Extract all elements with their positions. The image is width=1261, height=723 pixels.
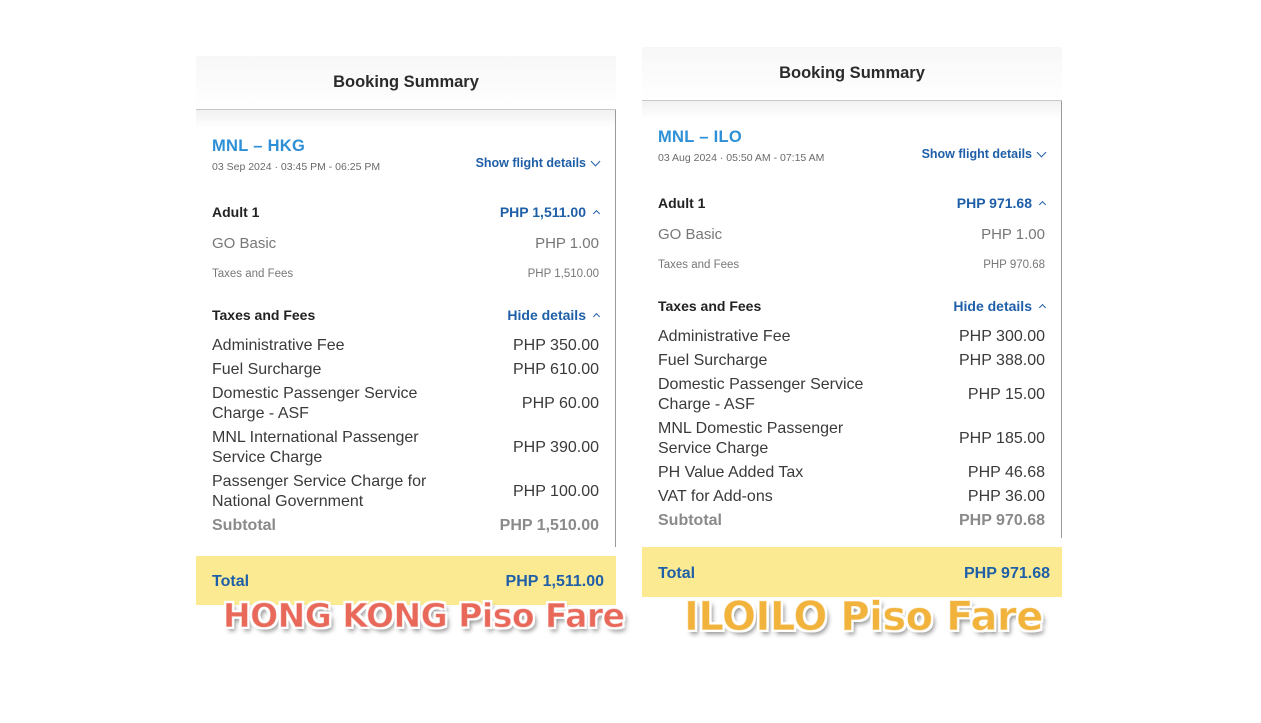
subtotal-row: Subtotal PHP 1,510.00: [212, 516, 599, 536]
chevron-up-icon: [1038, 200, 1047, 209]
fee-row: Domestic Passenger Service Charge - ASF …: [212, 384, 599, 424]
fee-row: MNL International Passenger Service Char…: [212, 428, 599, 468]
flight-date: 03 Sep 2024 · 03:45 PM - 06:25 PM: [212, 161, 381, 173]
taxes-summary-row: Taxes and Fees PHP 970.68: [658, 255, 1045, 275]
subtotal-label: Subtotal: [212, 517, 276, 534]
fee-list: Administrative Fee PHP 350.00 Fuel Surch…: [212, 336, 599, 536]
flight-info: 03 Sep 2024 · 03:45 PM - 06:25 PM Show f…: [212, 156, 601, 176]
taxes-label: Taxes and Fees: [658, 259, 740, 271]
subtotal-amount: PHP 1,510.00: [499, 517, 599, 534]
hide-details-link[interactable]: Hide details: [507, 307, 601, 323]
fee-label: Administrative Fee: [658, 328, 791, 345]
fee-label: Domestic Passenger Service Charge - ASF: [212, 385, 418, 422]
fare-label: GO Basic: [658, 225, 723, 243]
panel-title: Booking Summary: [196, 56, 616, 110]
fare-row: GO Basic PHP 1.00: [212, 233, 599, 253]
fee-amount: PHP 610.00: [513, 361, 599, 378]
fee-label: VAT for Add-ons: [658, 488, 773, 505]
fee-amount: PHP 350.00: [513, 337, 599, 354]
fee-amount: PHP 46.68: [967, 464, 1045, 481]
show-flight-details-label: Show flight details: [921, 147, 1032, 161]
adult-amount-toggle[interactable]: PHP 971.68: [956, 195, 1047, 211]
total-amount: PHP 971.68: [964, 565, 1050, 582]
flight-date: 03 Aug 2024 · 05:50 AM - 07:15 AM: [658, 152, 825, 164]
total-bar: Total PHP 971.68: [642, 547, 1062, 597]
fee-label: Fuel Surcharge: [658, 352, 768, 369]
taxes-summary-row: Taxes and Fees PHP 1,510.00: [212, 264, 599, 284]
fee-label: Domestic Passenger Service Charge - ASF: [658, 376, 864, 413]
chevron-down-icon: [590, 156, 601, 166]
fee-amount: PHP 100.00: [513, 483, 599, 500]
hide-details-label: Hide details: [507, 307, 586, 323]
fare-amount: PHP 1.00: [535, 234, 599, 252]
adult-amount: PHP 1,511.00: [499, 204, 586, 220]
taxes-label: Taxes and Fees: [212, 268, 294, 280]
fee-row: MNL Domestic Passenger Service Charge PH…: [658, 419, 1045, 459]
fee-amount: PHP 300.00: [959, 328, 1045, 345]
fee-label: Passenger Service Charge for National Go…: [212, 473, 427, 510]
subtotal-amount: PHP 970.68: [959, 512, 1045, 529]
booking-summary-panel-ilo: Booking Summary MNL – ILO 03 Aug 2024 · …: [642, 47, 1062, 597]
fee-amount: PHP 388.00: [959, 352, 1045, 369]
summary-body: MNL – HKG 03 Sep 2024 · 03:45 PM - 06:25…: [196, 110, 616, 547]
taxes-heading: Taxes and Fees: [212, 307, 316, 323]
taxes-header-row: Taxes and Fees Hide details: [212, 305, 601, 325]
fare-label: GO Basic: [212, 234, 277, 252]
adult-row[interactable]: Adult 1 PHP 1,511.00: [212, 202, 601, 222]
caption-iloilo: ILOILO Piso Fare: [684, 594, 1044, 641]
fee-label: MNL International Passenger Service Char…: [212, 429, 419, 466]
fare-row: GO Basic PHP 1.00: [658, 224, 1045, 244]
fee-label: Fuel Surcharge: [212, 361, 322, 378]
fee-amount: PHP 60.00: [521, 395, 599, 412]
fee-label: MNL Domestic Passenger Service Charge: [658, 420, 844, 457]
flight-info: 03 Aug 2024 · 05:50 AM - 07:15 AM Show f…: [658, 147, 1047, 167]
total-amount: PHP 1,511.00: [505, 573, 604, 590]
hide-details-label: Hide details: [953, 298, 1032, 314]
total-label: Total: [658, 565, 696, 582]
route-label: MNL – ILO: [658, 128, 742, 146]
chevron-up-icon: [1038, 303, 1047, 312]
summary-body: MNL – ILO 03 Aug 2024 · 05:50 AM - 07:15…: [642, 101, 1062, 538]
taxes-amount: PHP 1,510.00: [527, 268, 599, 280]
taxes-amount: PHP 970.68: [983, 259, 1045, 271]
fee-row: Fuel Surcharge PHP 610.00: [212, 360, 599, 380]
adult-amount: PHP 971.68: [956, 195, 1032, 211]
fee-row: Administrative Fee PHP 350.00: [212, 336, 599, 356]
taxes-heading: Taxes and Fees: [658, 298, 762, 314]
fee-list: Administrative Fee PHP 300.00 Fuel Surch…: [658, 327, 1045, 531]
adult-amount-toggle[interactable]: PHP 1,511.00: [499, 204, 601, 220]
panel-title: Booking Summary: [642, 47, 1062, 101]
fee-amount: PHP 36.00: [967, 488, 1045, 505]
subtotal-row: Subtotal PHP 970.68: [658, 511, 1045, 531]
subtotal-label: Subtotal: [658, 512, 722, 529]
route-label: MNL – HKG: [212, 137, 306, 155]
booking-summary-panel-hkg: Booking Summary MNL – HKG 03 Sep 2024 · …: [196, 56, 616, 605]
adult-label: Adult 1: [658, 195, 706, 211]
fee-amount: PHP 185.00: [959, 430, 1045, 447]
show-flight-details-link[interactable]: Show flight details: [475, 156, 601, 170]
adult-label: Adult 1: [212, 204, 260, 220]
fee-amount: PHP 15.00: [967, 386, 1045, 403]
fee-row: Domestic Passenger Service Charge - ASF …: [658, 375, 1045, 415]
fee-label: PH Value Added Tax: [658, 464, 804, 481]
fee-amount: PHP 390.00: [513, 439, 599, 456]
fee-row: PH Value Added Tax PHP 46.68: [658, 463, 1045, 483]
fee-row: Administrative Fee PHP 300.00: [658, 327, 1045, 347]
fee-row: VAT for Add-ons PHP 36.00: [658, 487, 1045, 507]
hide-details-link[interactable]: Hide details: [953, 298, 1047, 314]
fare-amount: PHP 1.00: [981, 225, 1045, 243]
show-flight-details-link[interactable]: Show flight details: [921, 147, 1047, 161]
total-label: Total: [212, 573, 250, 590]
chevron-up-icon: [592, 312, 601, 321]
adult-row[interactable]: Adult 1 PHP 971.68: [658, 193, 1047, 213]
fee-label: Administrative Fee: [212, 337, 345, 354]
fee-row: Passenger Service Charge for National Go…: [212, 472, 599, 512]
caption-hong-kong: HONG KONG Piso Fare: [223, 596, 626, 636]
chevron-up-icon: [592, 209, 601, 218]
chevron-down-icon: [1036, 147, 1047, 157]
taxes-header-row: Taxes and Fees Hide details: [658, 296, 1047, 316]
fee-row: Fuel Surcharge PHP 388.00: [658, 351, 1045, 371]
show-flight-details-label: Show flight details: [475, 156, 586, 170]
